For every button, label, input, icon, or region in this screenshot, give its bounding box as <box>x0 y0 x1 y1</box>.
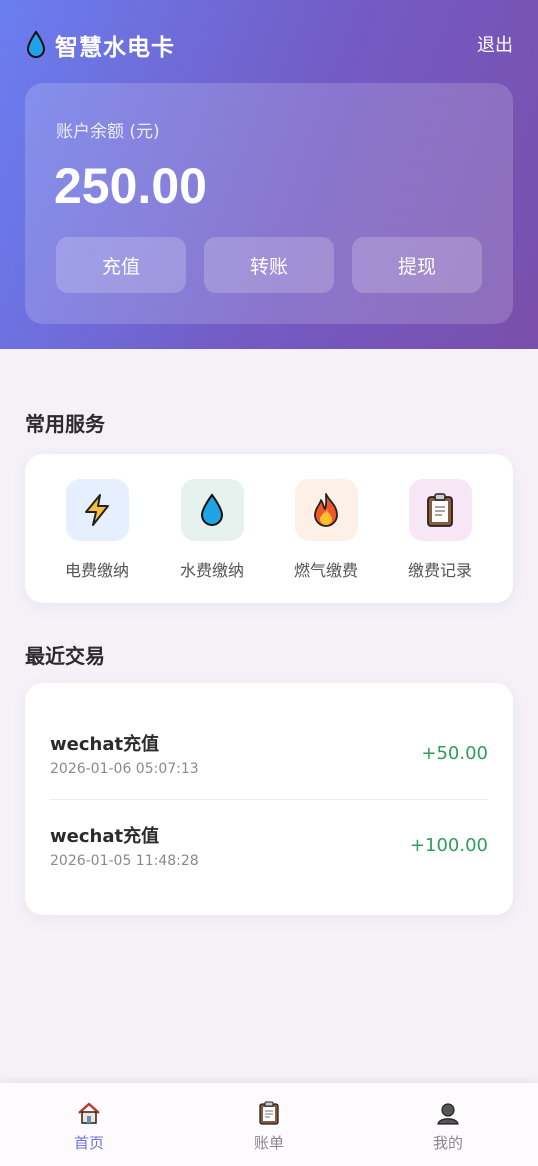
services-card: 电费缴纳 水费缴纳 燃气缴费 缴费记录 <box>25 454 513 603</box>
service-electricity[interactable]: 电费缴纳 <box>40 479 154 581</box>
flame-icon <box>314 493 338 527</box>
transaction-amount: +50.00 <box>421 743 488 764</box>
service-label: 缴费记录 <box>407 561 472 580</box>
balance-label: 账户余额 (元) <box>56 122 160 142</box>
divider <box>50 799 488 800</box>
transaction-title: wechat充值 <box>50 826 160 847</box>
app-title: 智慧水电卡 <box>55 35 175 61</box>
service-label: 燃气缴费 <box>293 561 358 580</box>
water-drop-icon <box>200 493 224 526</box>
tab-bills[interactable]: 账单 <box>229 1101 309 1153</box>
logout-button[interactable]: 退出 <box>477 31 513 57</box>
service-water[interactable]: 水费缴纳 <box>155 479 269 581</box>
transaction-title: wechat充值 <box>50 734 160 755</box>
service-label: 水费缴纳 <box>179 561 244 580</box>
brand: 智慧水电卡 <box>25 28 175 62</box>
tab-home[interactable]: 首页 <box>49 1101 129 1153</box>
balance-card: 账户余额 (元) 250.00 充值 转账 提现 <box>25 83 513 324</box>
service-gas[interactable]: 燃气缴费 <box>269 479 383 581</box>
transfer-button[interactable]: 转账 <box>204 237 334 293</box>
service-icon-bg <box>180 479 244 541</box>
service-records[interactable]: 缴费记录 <box>383 479 497 581</box>
transaction-amount: +100.00 <box>409 835 488 856</box>
tab-label: 首页 <box>73 1134 104 1152</box>
transaction-row[interactable]: wechat充值 2026-01-05 11:48:28 +100.00 <box>50 822 488 914</box>
service-icon-bg <box>408 479 472 541</box>
tab-profile[interactable]: 我的 <box>408 1101 488 1153</box>
header: 智慧水电卡 退出 账户余额 (元) 250.00 充值 转账 提现 <box>0 0 538 349</box>
transactions-section-title: 最近交易 <box>25 644 105 668</box>
recharge-button[interactable]: 充值 <box>56 237 186 293</box>
home-icon <box>78 1102 100 1124</box>
transaction-time: 2026-01-05 11:48:28 <box>50 853 199 869</box>
service-label: 电费缴纳 <box>64 561 129 580</box>
user-icon <box>437 1103 459 1125</box>
clipboard-icon <box>427 493 453 527</box>
service-icon-bg <box>65 479 129 541</box>
clipboard-icon <box>259 1101 279 1125</box>
withdraw-button[interactable]: 提现 <box>352 237 482 293</box>
water-drop-icon <box>26 30 46 58</box>
transactions-card: wechat充值 2026-01-06 05:07:13 +50.00 wech… <box>25 683 513 915</box>
transaction-time: 2026-01-06 05:07:13 <box>50 761 199 777</box>
balance-amount: 250.00 <box>54 158 207 214</box>
services-section-title: 常用服务 <box>25 412 105 436</box>
tab-label: 账单 <box>253 1134 284 1152</box>
lightning-icon <box>85 494 109 526</box>
tab-label: 我的 <box>432 1134 463 1152</box>
transaction-row[interactable]: wechat充值 2026-01-06 05:07:13 +50.00 <box>50 730 488 822</box>
service-icon-bg <box>294 479 358 541</box>
bottom-tab-bar: 首页 账单 我的 <box>0 1083 538 1166</box>
